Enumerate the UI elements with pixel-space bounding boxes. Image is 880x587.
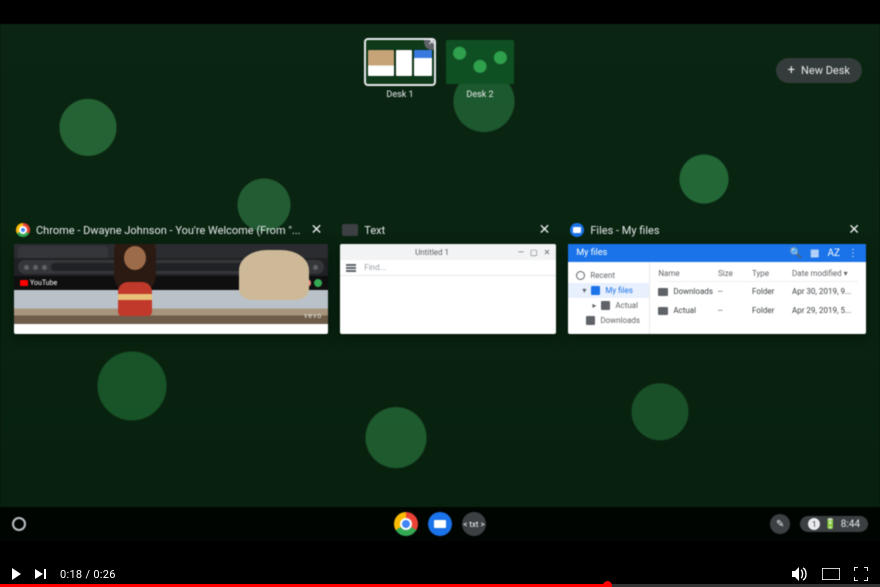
files-toolbar: My files 🔍 ▦ AZ ⋮ — [568, 244, 866, 262]
playback-time: 0:18 / 0:26 — [60, 568, 116, 581]
close-chrome-window-button[interactable]: ✕ — [307, 222, 327, 238]
files-table-header: Name Size Type Date modified ▾ — [658, 266, 858, 282]
battery-icon: 🔋 — [824, 519, 836, 530]
shelf-chrome-icon[interactable] — [394, 512, 418, 536]
clock: 8:44 — [841, 519, 860, 530]
overview-window-files[interactable]: Files - My files ✕ My files 🔍 ▦ AZ ⋮ — [568, 220, 866, 334]
table-row[interactable]: Actual -- Folder Apr 29, 2019, 5... — [658, 301, 858, 320]
desk-1-thumbnail[interactable]: ✕ — [366, 40, 434, 84]
files-window-preview[interactable]: My files 🔍 ▦ AZ ⋮ Recent ▾My files ▸Actu — [568, 244, 866, 334]
sidebar-item-downloads[interactable]: Downloads — [568, 313, 649, 328]
overview-title-files: Files - My files — [590, 224, 838, 237]
text-window-titlebar: Untitled 1 — ▢ ✕ — [340, 244, 556, 260]
overview-header-files: Files - My files ✕ — [568, 220, 866, 244]
desk-1-label: Desk 1 — [366, 90, 434, 100]
volume-button[interactable] — [792, 567, 808, 581]
shelf-status-tray[interactable]: ✎ 1 🔋 8:44 — [770, 514, 868, 534]
sort-desc-icon: ▾ — [844, 269, 848, 278]
maximize-icon: ▢ — [530, 248, 538, 257]
sort-icon: AZ — [827, 248, 840, 259]
folder-icon — [586, 316, 595, 325]
text-window-preview[interactable]: Untitled 1 — ▢ ✕ Find... — [340, 244, 556, 334]
table-row[interactable]: Downloads -- Folder Apr 30, 2019, 9... — [658, 282, 858, 301]
grid-view-icon: ▦ — [810, 248, 819, 259]
find-field: Find... — [364, 263, 386, 272]
files-table: Name Size Type Date modified ▾ Downloads… — [650, 262, 866, 334]
desk-strip: ✕ Desk 1 Desk 2 — [0, 40, 880, 120]
stylus-tools-button[interactable]: ✎ — [770, 514, 790, 534]
folder-icon — [658, 288, 668, 296]
chrome-window-preview[interactable]: YouTube vevo — [14, 244, 328, 334]
desk-2-thumbnail[interactable] — [446, 40, 514, 84]
text-doc-title: Untitled 1 — [346, 248, 518, 257]
close-desk-1-button[interactable]: ✕ — [424, 40, 434, 50]
more-icon: ⋮ — [848, 248, 858, 259]
shelf-files-icon[interactable] — [428, 512, 452, 536]
new-desk-label: New Desk — [801, 64, 850, 77]
chevron-right-icon: ▸ — [586, 301, 596, 310]
menu-icon — [346, 264, 356, 272]
files-app-icon — [570, 223, 584, 237]
folder-icon — [591, 286, 600, 295]
overview-windows-row: Chrome - Dwayne Johnson - You're Welcome… — [14, 220, 866, 334]
play-button[interactable] — [12, 568, 21, 580]
files-breadcrumb: My files — [576, 248, 783, 258]
overview-title-chrome: Chrome - Dwayne Johnson - You're Welcome… — [36, 224, 301, 237]
progress-scrubber[interactable] — [603, 581, 612, 587]
fullscreen-button[interactable] — [854, 567, 868, 581]
files-sidebar: Recent ▾My files ▸Actual Downloads — [568, 262, 650, 334]
chevron-down-icon: ▾ — [576, 286, 586, 295]
shelf-text-icon[interactable]: < txt > — [462, 512, 486, 536]
minimize-icon: — — [518, 248, 524, 257]
text-toolbar: Find... — [340, 260, 556, 276]
close-files-window-button[interactable]: ✕ — [844, 222, 864, 238]
sidebar-item-actual[interactable]: ▸Actual — [568, 298, 649, 313]
video-frame: vevo — [14, 290, 328, 324]
vevo-watermark: vevo — [304, 312, 322, 320]
theater-mode-button[interactable] — [822, 568, 840, 580]
desk-2-label: Desk 2 — [446, 90, 514, 100]
overview-window-text[interactable]: Text ✕ Untitled 1 — ▢ ✕ Find... — [340, 220, 556, 334]
close-icon: ✕ — [544, 248, 551, 257]
overview-title-text: Text — [364, 224, 528, 237]
sidebar-item-recent[interactable]: Recent — [568, 268, 649, 283]
launcher-button[interactable] — [12, 517, 26, 531]
folder-icon — [658, 307, 668, 315]
plus-icon: + — [788, 64, 795, 77]
shelf-pinned-apps: < txt > — [394, 512, 486, 536]
text-editor-area — [340, 276, 556, 334]
overview-header-text: Text ✕ — [340, 220, 556, 244]
chromeos-shelf: < txt > ✎ 1 🔋 8:44 — [0, 507, 880, 541]
clock-icon — [576, 271, 585, 280]
chrome-icon — [16, 223, 30, 237]
youtube-logo: YouTube — [20, 279, 57, 287]
chromeos-overview-screen: ✕ Desk 1 Desk 2 + New Desk Chrome - Dway… — [0, 24, 880, 541]
folder-icon — [601, 301, 610, 310]
sidebar-item-myfiles[interactable]: ▾My files — [568, 283, 649, 298]
next-button[interactable] — [35, 569, 46, 579]
text-app-icon — [342, 224, 358, 236]
stage: ✕ Desk 1 Desk 2 + New Desk Chrome - Dway… — [0, 0, 880, 587]
overview-window-chrome[interactable]: Chrome - Dwayne Johnson - You're Welcome… — [14, 220, 328, 334]
notification-count-badge: 1 — [808, 518, 820, 530]
close-text-window-button[interactable]: ✕ — [535, 222, 555, 238]
desk-1[interactable]: ✕ Desk 1 — [366, 40, 434, 120]
new-desk-button[interactable]: + New Desk — [776, 58, 862, 83]
video-player-controls: 0:18 / 0:26 — [0, 541, 880, 587]
status-area[interactable]: 1 🔋 8:44 — [800, 516, 868, 532]
overview-header-chrome: Chrome - Dwayne Johnson - You're Welcome… — [14, 220, 328, 244]
search-icon: 🔍 — [790, 248, 802, 259]
desk-2[interactable]: Desk 2 — [446, 40, 514, 120]
